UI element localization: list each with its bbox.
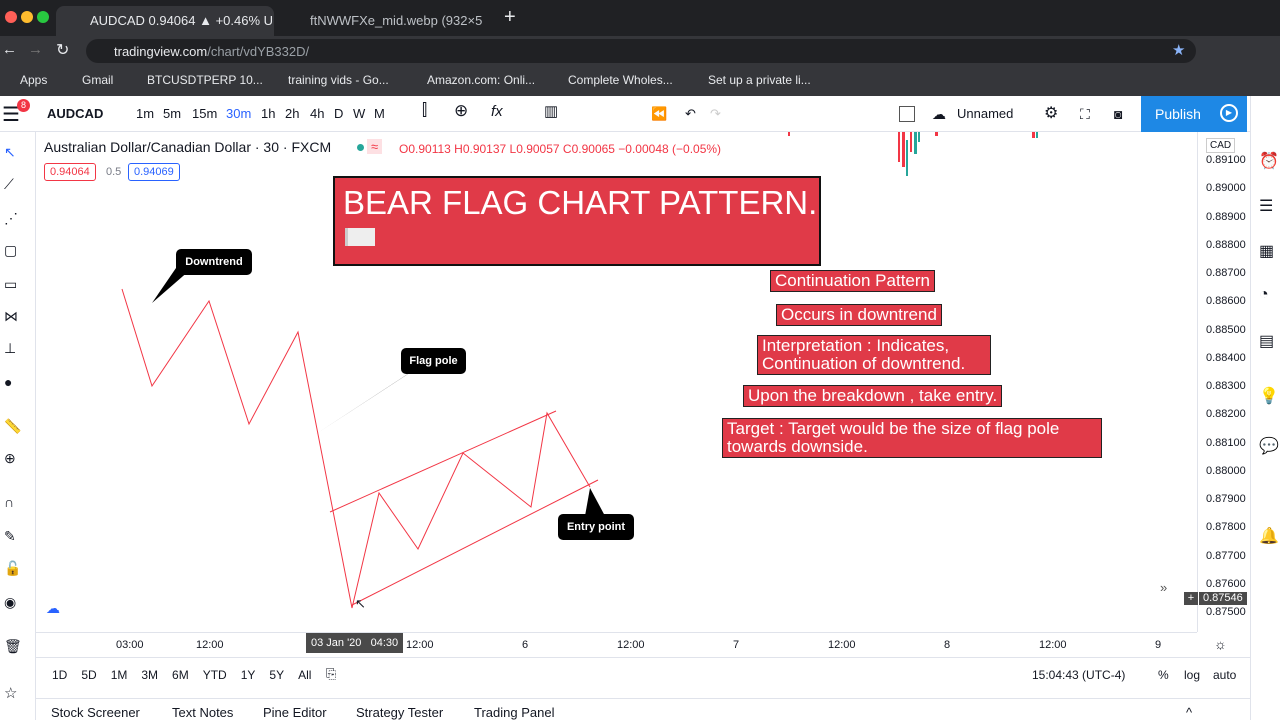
calendar-icon[interactable]: ▤	[1259, 331, 1274, 351]
range-1y[interactable]: 1Y	[241, 668, 256, 682]
flag-icon	[345, 228, 375, 246]
price-label: 0.88600	[1206, 295, 1246, 308]
goto-date-icon[interactable]: ⎘	[326, 666, 336, 682]
range-5d[interactable]: 5D	[81, 668, 96, 682]
price-label: 0.88000	[1206, 464, 1246, 477]
flagpole-pointer	[316, 366, 420, 434]
tab-stock-screener[interactable]: Stock Screener	[51, 705, 140, 720]
price-label: 0.87800	[1206, 521, 1246, 534]
price-label: 0.87600	[1206, 577, 1246, 590]
data-window-icon[interactable]: ▦	[1259, 241, 1274, 261]
price-label: 0.89100	[1206, 154, 1246, 166]
right-sidebar: ⏰ ☰ ▦ ◔ ▤ 💡 💬 🔔	[1250, 96, 1280, 720]
time-label: 12:00	[196, 639, 224, 651]
note-occurs[interactable]: Occurs in downtrend	[776, 304, 942, 326]
range-ytd[interactable]: YTD	[203, 668, 227, 682]
mouse-cursor-icon: ↖	[355, 596, 366, 611]
time-label: 12:00	[406, 639, 434, 651]
scroll-right-icon[interactable]: »	[1160, 580, 1167, 595]
entry-pointer	[585, 488, 605, 516]
range-1m[interactable]: 1M	[111, 668, 128, 682]
downtrend-callout[interactable]: Downtrend	[176, 249, 252, 275]
flag-upper-channel[interactable]	[329, 410, 557, 513]
time-axis[interactable]: 03:00 12:00 03 Jan '20 04:30 12:00 6 12:…	[36, 632, 1227, 656]
tab-strategy-tester[interactable]: Strategy Tester	[356, 705, 443, 720]
price-label: 0.87500	[1206, 606, 1246, 618]
price-label: 0.88900	[1206, 210, 1246, 223]
range-3m[interactable]: 3M	[141, 668, 158, 682]
clock: 15:04:43 (UTC-4)	[1032, 668, 1126, 682]
plus-icon[interactable]: +	[1184, 592, 1198, 605]
alarm-icon[interactable]: ⏰	[1259, 151, 1279, 171]
time-label: 6	[522, 639, 529, 651]
flag-lower-channel[interactable]	[351, 479, 599, 606]
price-label: 0.88800	[1206, 238, 1246, 251]
axis-settings-icon[interactable]: ☼	[1214, 636, 1227, 652]
range-1d[interactable]: 1D	[52, 668, 67, 682]
price-label: 0.88700	[1206, 267, 1246, 279]
current-price-label: 0.87546	[1199, 592, 1247, 605]
downtrend-line[interactable]	[121, 288, 591, 609]
log-toggle[interactable]: log	[1184, 668, 1200, 682]
range-5y[interactable]: 5Y	[269, 668, 284, 682]
note-target[interactable]: Target : Target would be the size of fla…	[722, 418, 1102, 458]
price-label: 0.88500	[1206, 323, 1246, 336]
tradingview-logo-icon: ☁	[46, 600, 60, 616]
percent-toggle[interactable]: %	[1158, 668, 1169, 682]
price-label: 0.87900	[1206, 493, 1246, 505]
range-all[interactable]: All	[298, 668, 311, 682]
notifications-icon[interactable]: 🔔	[1259, 526, 1279, 546]
price-label: 0.88200	[1206, 408, 1246, 421]
hotlist-icon[interactable]: ◔	[1259, 286, 1269, 304]
bottom-panel-tabs: Stock Screener Text Notes Pine Editor St…	[36, 698, 1250, 720]
flag-pole-callout[interactable]: Flag pole	[401, 348, 466, 374]
time-label: 12:00	[828, 639, 856, 651]
auto-toggle[interactable]: auto	[1213, 668, 1236, 682]
time-label: 9	[1155, 639, 1162, 651]
time-label: 12:00	[1039, 639, 1067, 651]
note-interpretation[interactable]: Interpretation : Indicates, Continuation…	[757, 335, 991, 375]
note-breakdown[interactable]: Upon the breakdown , take entry.	[743, 385, 1003, 407]
price-label: 0.88300	[1206, 380, 1246, 392]
ideas-icon[interactable]: 💡	[1259, 386, 1279, 406]
tab-trading-panel[interactable]: Trading Panel	[474, 705, 554, 720]
pattern-title: BEAR FLAG CHART PATTERN.	[343, 184, 818, 221]
price-label: 0.88100	[1206, 436, 1246, 449]
range-6m[interactable]: 6M	[172, 668, 189, 682]
time-label: 03:00	[116, 639, 144, 651]
collapse-panel-icon[interactable]: ^	[1186, 705, 1192, 720]
price-axis[interactable]: CAD 0.89100 0.89000 0.88900 0.88800 0.88700 0…	[1184, 132, 1249, 632]
chart-drawing	[121, 132, 1038, 609]
candles	[788, 132, 1038, 176]
price-label: 0.87700	[1206, 549, 1246, 562]
title-banner[interactable]: BEAR FLAG CHART PATTERN.	[333, 176, 821, 266]
tab-text-notes[interactable]: Text Notes	[172, 705, 233, 720]
chat-icon[interactable]: 💬	[1259, 436, 1279, 456]
watchlist-icon[interactable]: ☰	[1259, 196, 1273, 216]
time-label: 12:00	[617, 639, 645, 651]
time-label: 7	[733, 639, 740, 651]
note-continuation[interactable]: Continuation Pattern	[770, 270, 935, 292]
price-label: 0.89000	[1206, 182, 1246, 195]
currency-label: CAD	[1206, 138, 1236, 153]
price-label: 0.88400	[1206, 351, 1246, 364]
crosshair-time-label: 03 Jan '20 04:30	[306, 633, 404, 653]
tab-pine-editor[interactable]: Pine Editor	[263, 705, 327, 720]
time-label: 8	[944, 639, 951, 651]
entry-point-callout[interactable]: Entry point	[558, 514, 634, 540]
date-range-bar: 1D 5D 1M 3M 6M YTD 1Y 5Y All ⎘ 15:04:43 (UTC-4) …	[36, 657, 1250, 690]
